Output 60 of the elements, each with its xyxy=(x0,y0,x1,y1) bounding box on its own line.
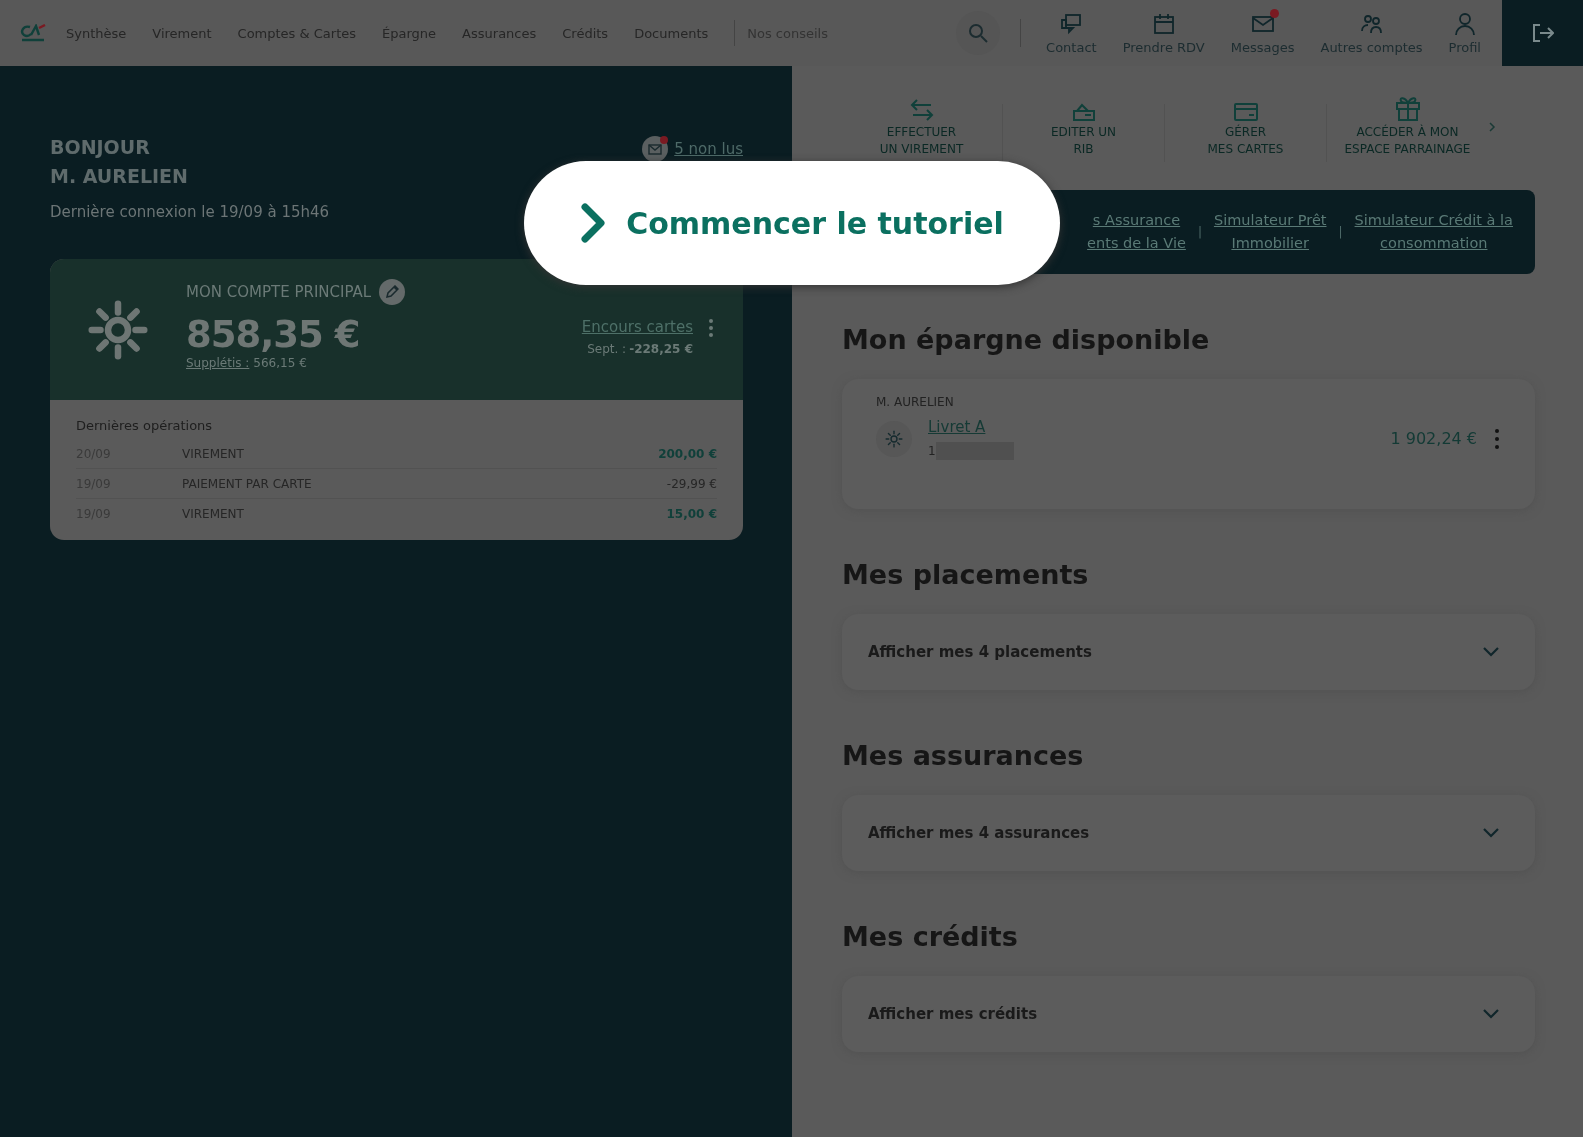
shortcut-button[interactable]: Contact xyxy=(1033,11,1110,55)
shortcut-button[interactable]: Prendre RDV xyxy=(1109,11,1218,55)
banner-link[interactable]: Simulateur Prêt Immobilier xyxy=(1213,209,1327,255)
operations-title: Dernières opérations xyxy=(76,418,214,433)
pencil-icon xyxy=(385,285,400,299)
account-owner: M. AURELIEN xyxy=(876,395,955,409)
separator-text: | xyxy=(1338,225,1343,239)
logout-icon xyxy=(1531,23,1554,43)
quick-action-button[interactable]: GÉRER MES CARTES xyxy=(1165,96,1326,158)
expand-label: Afficher mes crédits xyxy=(868,1005,1038,1023)
account-title: MON COMPTE PRINCIPAL xyxy=(186,283,372,301)
sun-icon xyxy=(88,299,148,360)
quick-action-button[interactable]: ACCÉDER À MON ESPACE PARRAINAGE xyxy=(1327,96,1488,158)
chevron-right-icon xyxy=(580,202,607,244)
edit-button[interactable] xyxy=(379,279,406,305)
section-heading: Mes assurances xyxy=(842,740,1085,771)
section-heading: Mon épargne disponible xyxy=(842,324,1211,355)
card-icon xyxy=(1232,102,1259,122)
banner-link[interactable]: s Assurance ents de la Vie xyxy=(1087,209,1186,255)
tutorial-tooltip[interactable]: Commencer le tutoriel xyxy=(524,161,1060,285)
operation-amount: 200,00 € xyxy=(658,446,717,461)
shortcut-button[interactable]: Messages xyxy=(1217,11,1308,55)
chevron-right-icon[interactable] xyxy=(1488,122,1496,132)
account-amount: 1 902,24 € xyxy=(1390,429,1477,448)
greeting-heading: BONJOUR M. AURELIEN xyxy=(50,135,188,189)
shortcut-button[interactable]: Autres comptes xyxy=(1307,11,1436,55)
unread-messages-link[interactable]: 5 non lus xyxy=(674,140,743,158)
gift-icon xyxy=(1393,94,1422,122)
sun-icon xyxy=(885,429,903,448)
account-link[interactable]: Livret A xyxy=(928,418,986,436)
account-number: 1 xyxy=(928,444,936,458)
expand-label: Afficher mes 4 placements xyxy=(868,643,1092,661)
expand-row[interactable]: Afficher mes crédits xyxy=(842,976,1535,1052)
expand-row[interactable]: Afficher mes 4 assurances xyxy=(842,795,1535,871)
more-icon[interactable] xyxy=(1495,428,1499,449)
expand-label: Afficher mes 4 assurances xyxy=(868,824,1090,842)
supplement-text: Supplétis : 566,15 € xyxy=(186,356,308,370)
operation-amount: 15,00 € xyxy=(666,506,717,521)
expand-row[interactable]: Afficher mes 4 placements xyxy=(842,614,1535,690)
card-outstanding-link[interactable]: Encours cartes xyxy=(581,318,693,336)
search-icon xyxy=(968,23,989,43)
banner-link[interactable]: Simulateur Crédit à la consommation xyxy=(1354,209,1513,255)
last-login-text: Dernière connexion le 19/09 à 15h46 xyxy=(50,203,331,221)
shortcut-button[interactable]: Profil xyxy=(1435,11,1494,55)
card-outstanding-amount: Sept. : -228,25 € xyxy=(586,342,693,356)
logo-icon[interactable] xyxy=(19,24,47,42)
logout-button[interactable] xyxy=(1502,0,1583,66)
contact-icon xyxy=(1059,11,1084,36)
calendar-icon xyxy=(1151,11,1176,36)
mail-icon xyxy=(648,143,663,155)
quick-action-button[interactable]: EFFECTUER UN VIREMENT xyxy=(841,96,1002,158)
account-balance: 858,35 € xyxy=(186,313,361,356)
quick-action-button[interactable]: EDITER UN RIB xyxy=(1003,96,1164,158)
person-icon xyxy=(1452,11,1477,36)
separator-text: | xyxy=(1197,225,1202,239)
section-heading: Mes crédits xyxy=(842,921,1019,952)
transfer-icon xyxy=(908,98,935,122)
rib-icon xyxy=(1070,102,1097,122)
section-heading: Mes placements xyxy=(842,559,1090,590)
notification-dot xyxy=(660,136,669,144)
